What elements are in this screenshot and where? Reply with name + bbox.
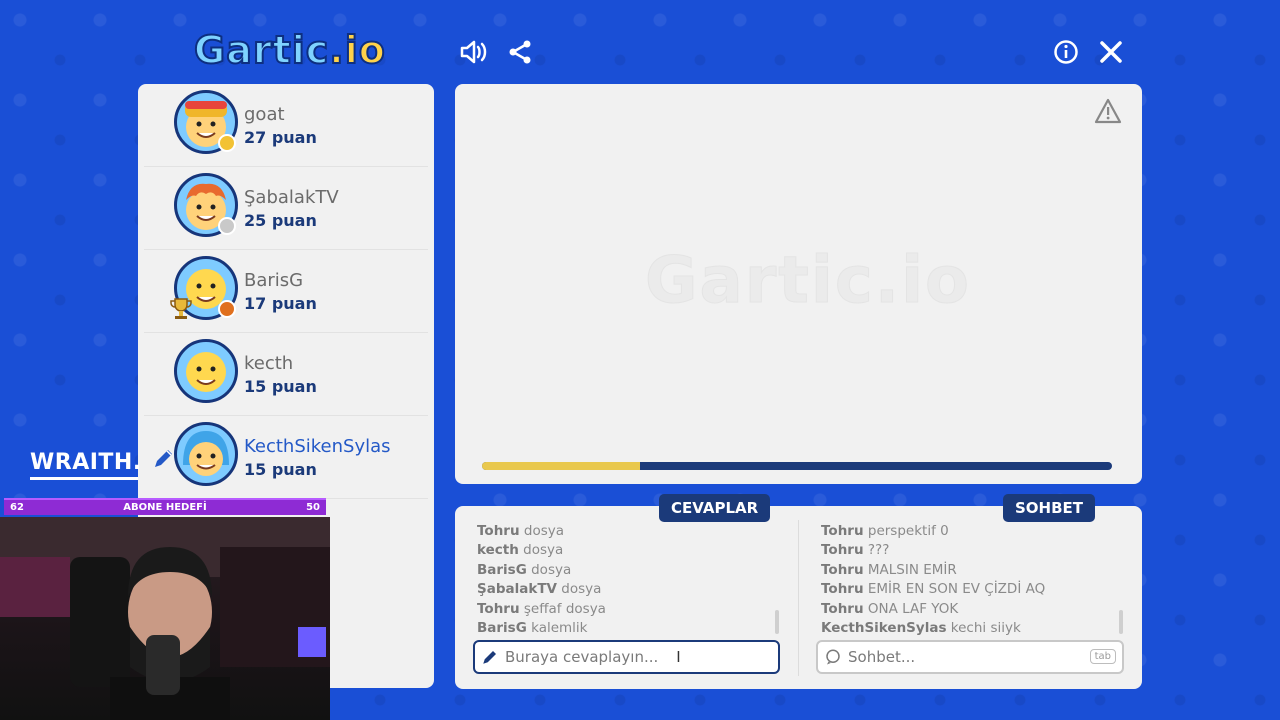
gartic-logo[interactable]: Gartic.io <box>193 27 386 74</box>
avatar <box>174 422 238 486</box>
player-name: goat <box>244 104 285 125</box>
player-row-self[interactable]: KecthSikenSylas 15 puan <box>144 416 428 499</box>
answers-log: Tohru dosya kecth dosya BarisG dosya Şab… <box>477 522 777 638</box>
player-row[interactable]: goat 27 puan <box>144 84 428 167</box>
pencil-icon <box>152 446 176 474</box>
player-name: BarisG <box>244 270 304 291</box>
answers-scrollbar[interactable] <box>775 610 779 634</box>
player-row[interactable]: ŞabalakTV 25 puan <box>144 167 428 250</box>
round-timer-bar <box>482 462 1112 470</box>
player-score: 15 puan <box>244 377 317 396</box>
chat-bubble-icon <box>818 648 848 666</box>
list-item: Tohru ??? <box>821 542 890 559</box>
list-item: ŞabalakTV dosya <box>477 581 602 598</box>
subscriber-goal-bar: 62 ABONE HEDEFİ 50 <box>4 498 326 515</box>
status-dot <box>218 300 236 318</box>
player-score: 17 puan <box>244 294 317 313</box>
list-item: BarisG kalemlik <box>477 620 588 637</box>
chat-log: Tohru perspektif 0 Tohru ??? Tohru MALSI… <box>821 522 1121 638</box>
player-score: 15 puan <box>244 460 317 479</box>
chat-input[interactable]: Sohbet... tab <box>816 640 1124 674</box>
webcam-scene <box>0 517 330 720</box>
chat-scrollbar[interactable] <box>1119 610 1123 634</box>
sub-goal-current: 62 <box>10 502 24 513</box>
player-score: 27 puan <box>244 128 317 147</box>
list-item: kecth dosya <box>477 542 564 559</box>
pencil-icon <box>475 648 505 666</box>
avatar <box>174 339 238 403</box>
list-item: Tohru şeffaf dosya <box>477 600 606 617</box>
chat-tab[interactable]: SOHBET <box>1003 494 1096 522</box>
round-timer-fill <box>482 462 640 470</box>
list-item: Tohru MALSIN EMİR <box>821 561 957 578</box>
list-item: BarisG dosya <box>477 561 572 578</box>
player-name: KecthSikenSylas <box>244 436 391 457</box>
player-name: kecth <box>244 353 294 374</box>
list-item: Tohru perspektif 0 <box>821 523 949 539</box>
panel-divider <box>798 520 799 676</box>
list-item: Tohru EMİR EN SON EV ÇİZDİ AQ <box>821 581 1046 598</box>
player-row[interactable]: BarisG 17 puan <box>144 250 428 333</box>
text-cursor-icon: I <box>676 648 681 666</box>
trophy-icon <box>168 296 194 326</box>
sub-goal-label: ABONE HEDEFİ <box>123 502 207 513</box>
player-score: 25 puan <box>244 211 317 230</box>
chat-input-placeholder: Sohbet... <box>848 648 916 666</box>
player-name: ŞabalakTV <box>244 187 339 208</box>
canvas-watermark: Gartic.io <box>645 244 971 319</box>
answer-input[interactable]: Buraya cevaplayın... I <box>473 640 780 674</box>
info-icon[interactable] <box>1050 36 1082 68</box>
share-icon[interactable] <box>504 36 536 68</box>
report-warning-icon[interactable] <box>1094 98 1122 128</box>
drawing-canvas[interactable]: Gartic.io <box>455 84 1142 484</box>
volume-icon[interactable] <box>458 36 490 68</box>
list-item: Tohru dosya <box>477 523 564 539</box>
list-item: Tohru ONA LAF YOK <box>821 600 959 617</box>
tab-key-hint: tab <box>1089 649 1116 664</box>
webcam-feed <box>0 517 330 720</box>
player-row[interactable]: kecth 15 puan <box>144 333 428 416</box>
close-icon[interactable] <box>1095 36 1127 68</box>
answer-input-placeholder: Buraya cevaplayın... <box>505 648 659 666</box>
status-dot <box>218 134 236 152</box>
sponsor-underline <box>30 477 138 480</box>
sub-goal-target: 50 <box>306 502 320 513</box>
bottom-panel: CEVAPLAR SOHBET Tohru dosya kecth dosya … <box>455 494 1142 689</box>
status-dot <box>218 217 236 235</box>
sponsor-logo: WRAITH. <box>30 450 142 475</box>
list-item: KecthSikenSylas kechi siiyk <box>821 620 1021 637</box>
answers-tab[interactable]: CEVAPLAR <box>659 494 771 522</box>
